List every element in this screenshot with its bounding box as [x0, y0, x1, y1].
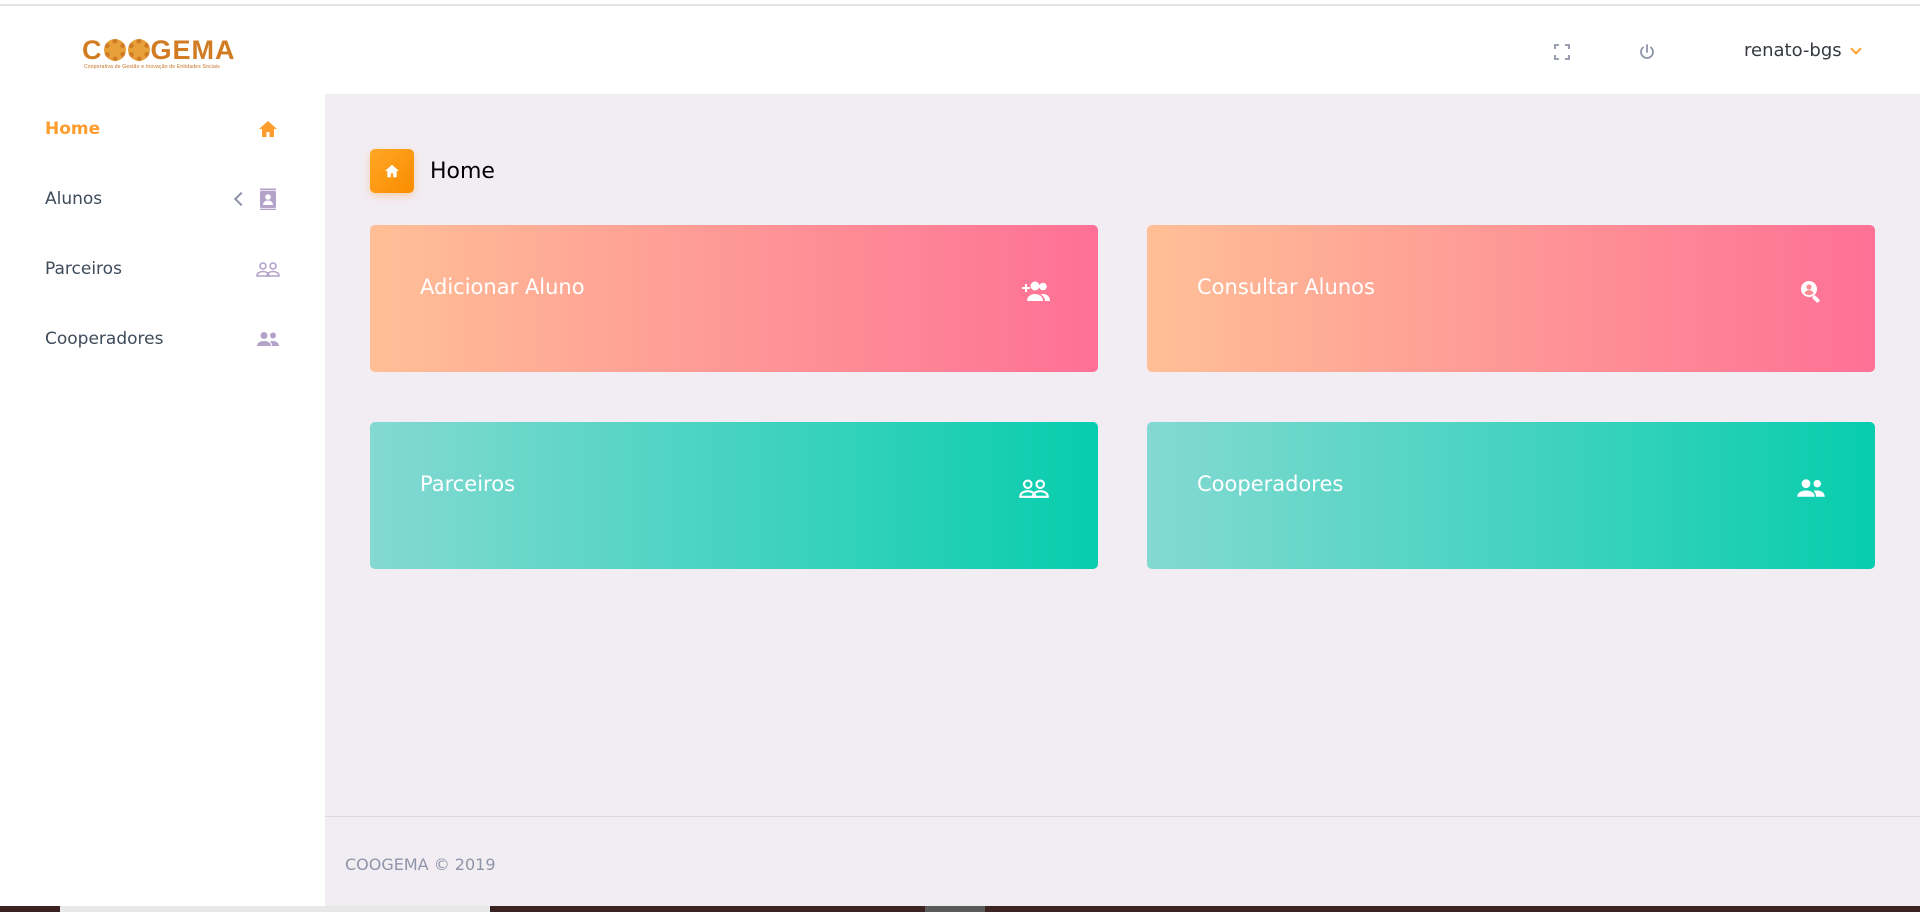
- footer-copyright: COOGEMA © 2019: [345, 855, 496, 874]
- brand-logo[interactable]: C GEMA Cooperativa de Gestão e Inovação …: [82, 36, 236, 76]
- search-students-card[interactable]: Consultar Alunos: [1147, 225, 1875, 372]
- taskbar-segment: [60, 906, 490, 912]
- card-label: Cooperadores: [1197, 472, 1344, 496]
- sidebar-item-home[interactable]: Home: [0, 99, 325, 159]
- username: renato-bgs: [1744, 40, 1842, 61]
- sidebar-item-cooperadores[interactable]: Cooperadores: [0, 309, 325, 369]
- cooperators-card[interactable]: Cooperadores: [1147, 422, 1875, 569]
- main-content: Home Adicionar Aluno Consultar Alunos Pa…: [325, 94, 1920, 816]
- brand-name: C GEMA: [82, 36, 236, 64]
- card-label: Consultar Alunos: [1197, 275, 1375, 299]
- contacts-icon: [256, 187, 280, 211]
- home-icon: [256, 117, 280, 141]
- card-label: Parceiros: [420, 472, 516, 496]
- sidebar: Home Alunos Parceiros Cooperadores: [0, 94, 325, 912]
- page-title: Home: [430, 158, 495, 184]
- footer: COOGEMA © 2019: [325, 816, 1920, 912]
- taskbar: [0, 906, 1920, 912]
- chevron-down-icon: [1849, 42, 1862, 55]
- sidebar-item-label: Cooperadores: [45, 329, 164, 349]
- people-outline-icon: [256, 257, 280, 281]
- partners-card[interactable]: Parceiros: [370, 422, 1098, 569]
- sidebar-item-label: Home: [45, 119, 101, 139]
- gear-icon: [127, 39, 150, 61]
- sidebar-item-alunos[interactable]: Alunos: [0, 169, 325, 229]
- taskbar-segment: [925, 906, 985, 912]
- people-outline-icon: [1018, 474, 1050, 502]
- user-menu[interactable]: renato-bgs: [1744, 40, 1862, 61]
- brand-name-right: GEMA: [150, 35, 236, 65]
- sidebar-item-label: Parceiros: [45, 259, 122, 279]
- search-user-icon: [1795, 277, 1827, 305]
- add-student-card[interactable]: Adicionar Aluno: [370, 225, 1098, 372]
- sidebar-item-label: Alunos: [45, 189, 103, 209]
- chevron-left-icon: [233, 191, 249, 207]
- home-icon: [370, 149, 414, 193]
- fullscreen-icon[interactable]: [1550, 40, 1574, 64]
- people-icon: [256, 327, 280, 351]
- gear-icon: [103, 39, 126, 61]
- card-label: Adicionar Aluno: [420, 275, 585, 299]
- page-header: Home: [370, 149, 495, 193]
- power-icon[interactable]: [1635, 40, 1659, 64]
- top-navbar: C GEMA Cooperativa de Gestão e Inovação …: [0, 6, 1920, 94]
- brand-name-left: C: [82, 35, 103, 65]
- people-icon: [1795, 474, 1827, 502]
- brand-tagline: Cooperativa de Gestão e Inovação de Enti…: [84, 64, 220, 70]
- add-user-icon: [1018, 277, 1050, 305]
- sidebar-item-parceiros[interactable]: Parceiros: [0, 239, 325, 299]
